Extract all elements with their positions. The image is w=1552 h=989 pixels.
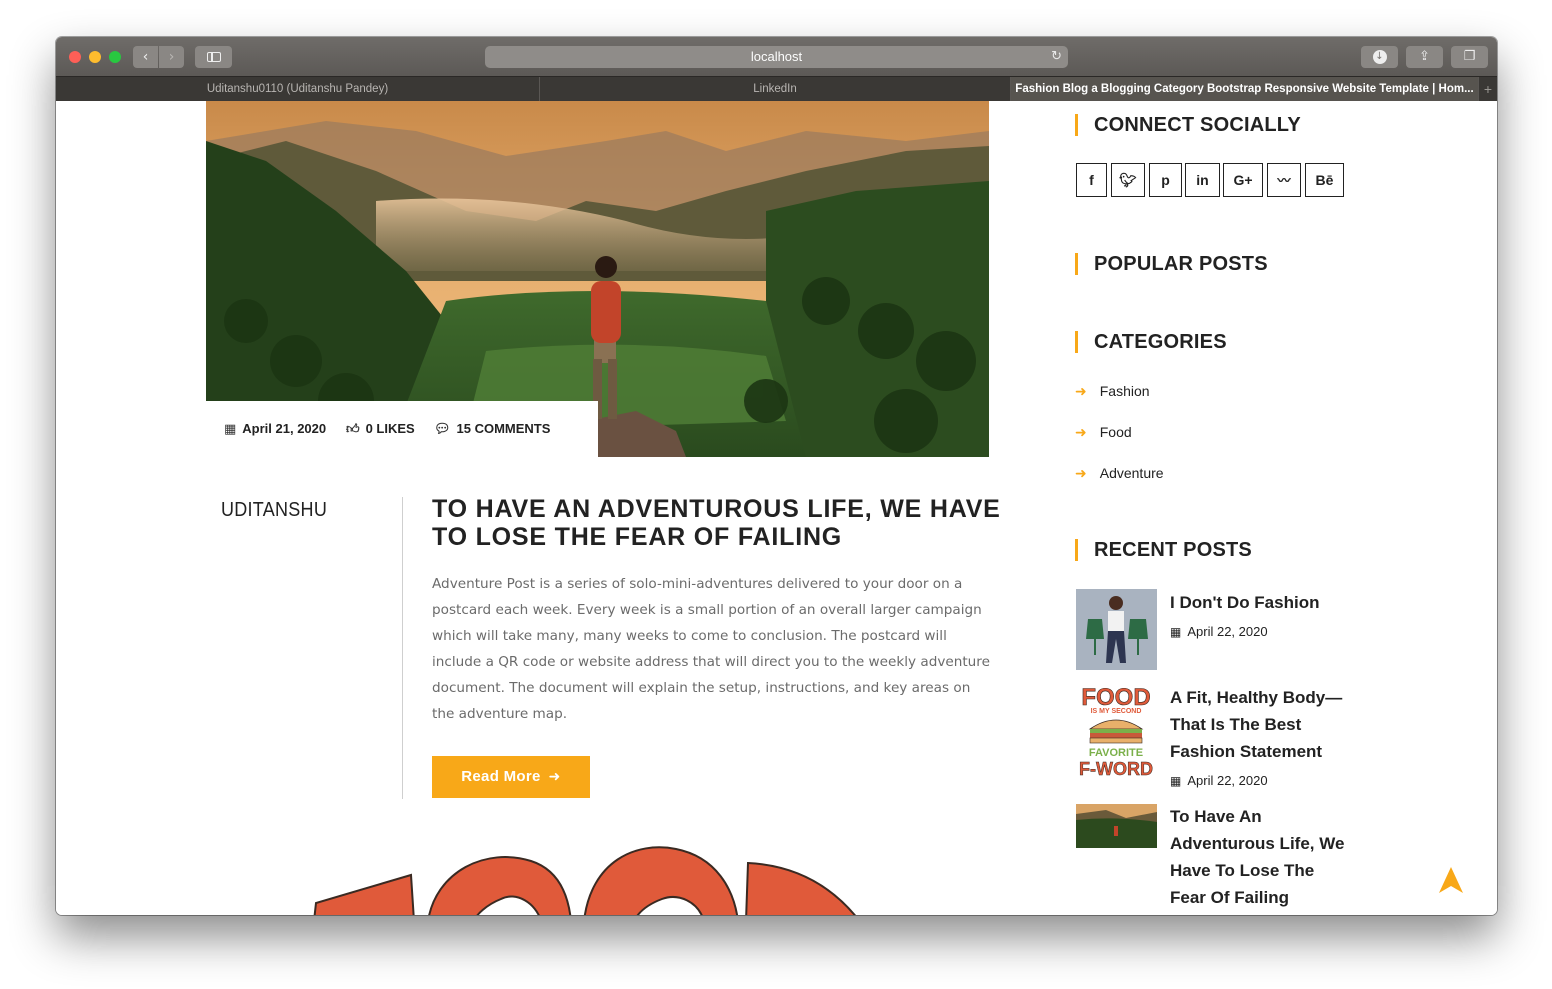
category-adventure[interactable]: ➜ Adventure (1075, 465, 1164, 482)
recent-post-title[interactable]: To Have An Adventurous Life, We Have To … (1170, 803, 1345, 911)
post-date: ▦ April 21, 2020 (224, 421, 326, 437)
scroll-to-top-button[interactable] (1439, 867, 1463, 893)
calendar-icon: ▦ (1170, 625, 1182, 639)
category-food[interactable]: ➜ Food (1075, 424, 1132, 441)
calendar-icon: ▦ (1170, 774, 1182, 788)
downloads-button[interactable]: ↓ (1361, 46, 1398, 68)
recent-post-date-text: April 22, 2020 (1187, 624, 1268, 639)
pinterest-button[interactable]: p (1149, 163, 1182, 197)
post-author[interactable]: UDITANSHU (221, 499, 327, 522)
post-date-text: April 21, 2020 (242, 421, 327, 436)
arrow-right-icon: ➜ (1075, 466, 1087, 482)
read-more-button[interactable]: Read More ➜ (432, 756, 590, 798)
recent-post-title[interactable]: I Don't Do Fashion (1170, 589, 1345, 616)
categories-heading: CATEGORIES (1075, 331, 1227, 353)
thumb-text-fword: F-WORD (1079, 759, 1153, 779)
google-plus-icon: G+ (1233, 172, 1253, 188)
pinterest-icon: p (1161, 172, 1170, 188)
chevron-left-icon: ‹ (142, 49, 149, 65)
sidebar-icon (207, 52, 221, 62)
read-more-label: Read More (461, 768, 541, 785)
post-likes[interactable]: 👍︎ 0 LIKES (346, 421, 415, 437)
thumbs-up-icon: 👍︎ (346, 422, 360, 437)
comment-icon: 💬︎ (434, 422, 451, 437)
google-plus-button[interactable]: G+ (1223, 163, 1263, 197)
caret-up-icon (1439, 867, 1463, 893)
page-viewport: ▦ April 21, 2020 👍︎ 0 LIKES 💬︎ 15 COMMENTS … (56, 101, 1497, 915)
category-label: Adventure (1099, 465, 1164, 481)
next-post-image[interactable] (306, 841, 866, 915)
linkedin-icon: in (1196, 172, 1209, 188)
category-label: Food (1099, 424, 1132, 440)
post-excerpt: Adventure Post is a series of solo-mini-… (432, 576, 990, 722)
share-button[interactable]: ⇪ (1406, 46, 1443, 68)
recent-post-title[interactable]: A Fit, Healthy Body—That Is The Best Fas… (1170, 684, 1345, 765)
recent-post-thumb[interactable] (1076, 589, 1157, 670)
thumb-text-favorite: FAVORITE (1089, 747, 1143, 759)
linkedin-button[interactable]: in (1185, 163, 1220, 197)
tabs-overview-icon: ❐ (1463, 49, 1476, 64)
title-bar: ‹ › localhost ↻ ↓ ⇪ ❐ (56, 37, 1497, 76)
download-icon: ↓ (1372, 49, 1387, 64)
tab-bar: Uditanshu0110 (Uditanshu Pandey) LinkedI… (56, 76, 1497, 101)
thumb-text-food: FOOD (1081, 684, 1150, 711)
rss-icon: 〰 (1277, 174, 1291, 189)
address-bar[interactable]: localhost ↻ (485, 46, 1068, 68)
recent-post-thumb[interactable] (1076, 804, 1157, 848)
calendar-icon: ▦ (224, 422, 237, 437)
connect-socially-heading: CONNECT SOCIALLY (1075, 114, 1301, 136)
rss-button[interactable]: 〰 (1267, 163, 1301, 197)
twitter-button[interactable]: 🐦︎ (1111, 163, 1145, 197)
zoom-window-button[interactable] (109, 51, 121, 63)
tab-linkedin[interactable]: LinkedIn (540, 77, 1011, 101)
browser-window: ‹ › localhost ↻ ↓ ⇪ ❐ Uditanshu0110 (Udi… (56, 37, 1497, 915)
back-button[interactable]: ‹ (133, 46, 158, 68)
recent-post-date: ▦ April 22, 2020 (1170, 773, 1268, 788)
recent-posts-heading: RECENT POSTS (1075, 539, 1252, 561)
tab-github[interactable]: Uditanshu0110 (Uditanshu Pandey) (56, 77, 540, 101)
twitter-icon: 🐦︎ (1119, 172, 1137, 188)
post-meta-bar: ▦ April 21, 2020 👍︎ 0 LIKES 💬︎ 15 COMMENTS (206, 401, 598, 458)
thumb-text-subtitle: IS MY SECOND (1091, 708, 1142, 715)
tab-overview-button[interactable]: ❐ (1451, 46, 1488, 68)
facebook-button[interactable]: f (1076, 163, 1107, 197)
post-comments[interactable]: 💬︎ 15 COMMENTS (434, 421, 550, 437)
minimize-window-button[interactable] (89, 51, 101, 63)
vertical-divider (402, 497, 403, 799)
arrow-right-icon: ➜ (1075, 425, 1087, 441)
tab-fashion-blog[interactable]: Fashion Blog a Blogging Category Bootstr… (1011, 77, 1479, 101)
post-likes-text: 0 LIKES (365, 421, 415, 436)
post-comments-text: 15 COMMENTS (456, 421, 551, 436)
close-window-button[interactable] (69, 51, 81, 63)
facebook-icon: f (1089, 172, 1094, 188)
recent-post-date-text: April 22, 2020 (1187, 773, 1268, 788)
forward-button[interactable]: › (159, 46, 184, 68)
recent-post-thumb[interactable]: FOOD IS MY SECOND FAVORITE F-WORD (1076, 683, 1157, 783)
chevron-right-icon: › (168, 49, 175, 65)
category-fashion[interactable]: ➜ Fashion (1075, 383, 1150, 400)
url-text: localhost (750, 49, 803, 64)
new-tab-button[interactable]: + (1479, 77, 1497, 101)
popular-posts-heading: POPULAR POSTS (1075, 253, 1268, 275)
share-icon: ⇪ (1419, 49, 1430, 64)
arrow-right-icon: ➜ (548, 769, 561, 785)
arrow-right-icon: ➜ (1075, 384, 1087, 400)
behance-button[interactable]: Bē (1305, 163, 1344, 197)
category-label: Fashion (1099, 383, 1150, 399)
recent-post-date: ▦ April 22, 2020 (1170, 624, 1268, 639)
post-title[interactable]: TO HAVE AN ADVENTUROUS LIFE, WE HAVE TO … (432, 495, 1002, 551)
reload-icon[interactable]: ↻ (1051, 46, 1062, 68)
sidebar-toggle-button[interactable] (195, 46, 232, 68)
behance-icon: Bē (1315, 172, 1334, 188)
